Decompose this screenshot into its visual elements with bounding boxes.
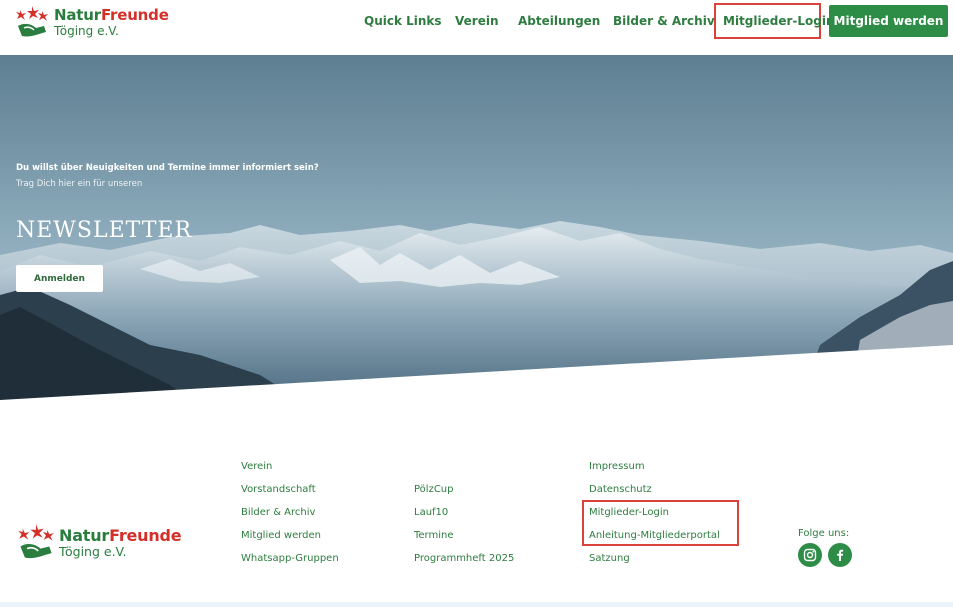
logo-brand-natur: Natur (59, 526, 110, 545)
nav-quick-links[interactable]: Quick Links (364, 14, 442, 28)
footer-link-vorstandschaft[interactable]: Vorstandschaft (241, 484, 316, 495)
footer-link-whatsapp-gruppen[interactable]: Whatsapp-Gruppen (241, 553, 339, 564)
newsletter-subline: Trag Dich hier ein für unseren (16, 179, 143, 189)
footer-link-poelzcup[interactable]: PölzCup (414, 484, 454, 495)
footer-link-anleitung-mitgliederportal[interactable]: Anleitung-Mitgliederportal (589, 530, 720, 541)
facebook-icon[interactable] (828, 543, 852, 567)
footer-link-termine[interactable]: Termine (414, 530, 454, 541)
site-footer: NaturFreunde Töging e.V. Verein Vorstand… (0, 400, 953, 607)
nav-abteilungen[interactable]: Abteilungen (518, 14, 600, 28)
footer-link-programmheft[interactable]: Programmheft 2025 (414, 553, 514, 564)
footer-logo[interactable]: NaturFreunde Töging e.V. (16, 522, 182, 564)
nav-verein[interactable]: Verein (455, 14, 498, 28)
logo-brand-freunde: Freunde (109, 526, 182, 545)
naturfreunde-logo-icon (18, 524, 54, 559)
newsletter-question: Du willst über Neuigkeiten und Termine i… (16, 163, 319, 173)
mitglied-werden-button[interactable]: Mitglied werden (829, 5, 948, 37)
footer-link-mitglied-werden[interactable]: Mitglied werden (241, 530, 321, 541)
newsletter-title: NEWSLETTER (16, 218, 193, 243)
logo-subtitle: Töging e.V. (59, 544, 127, 559)
site-header: NaturFreunde Töging e.V. Quick Links Ver… (0, 0, 953, 52)
nav-bilder-archiv[interactable]: Bilder & Archiv (613, 14, 715, 28)
page-bottom-edge (0, 602, 953, 607)
footer-link-lauf10[interactable]: Lauf10 (414, 507, 448, 518)
instagram-icon[interactable] (798, 543, 822, 567)
nav-mitglieder-login[interactable]: Mitglieder-Login (723, 14, 835, 28)
footer-logo-text: NaturFreunde Töging e.V. (59, 526, 182, 559)
footer-link-satzung[interactable]: Satzung (589, 553, 630, 564)
footer-link-bilder-archiv[interactable]: Bilder & Archiv (241, 507, 315, 518)
social-heading: Folge uns: (798, 528, 850, 539)
facebook-glyph (837, 549, 844, 561)
main-nav: Quick Links Verein Abteilungen Bilder & … (0, 0, 953, 52)
footer-link-impressum[interactable]: Impressum (589, 461, 645, 472)
footer-link-datenschutz[interactable]: Datenschutz (589, 484, 652, 495)
footer-link-verein[interactable]: Verein (241, 461, 272, 472)
newsletter-hero: Du willst über Neuigkeiten und Termine i… (0, 55, 953, 400)
instagram-glyph (803, 548, 817, 562)
footer-link-mitglieder-login[interactable]: Mitglieder-Login (589, 507, 669, 518)
anmelden-button[interactable]: Anmelden (16, 265, 103, 292)
